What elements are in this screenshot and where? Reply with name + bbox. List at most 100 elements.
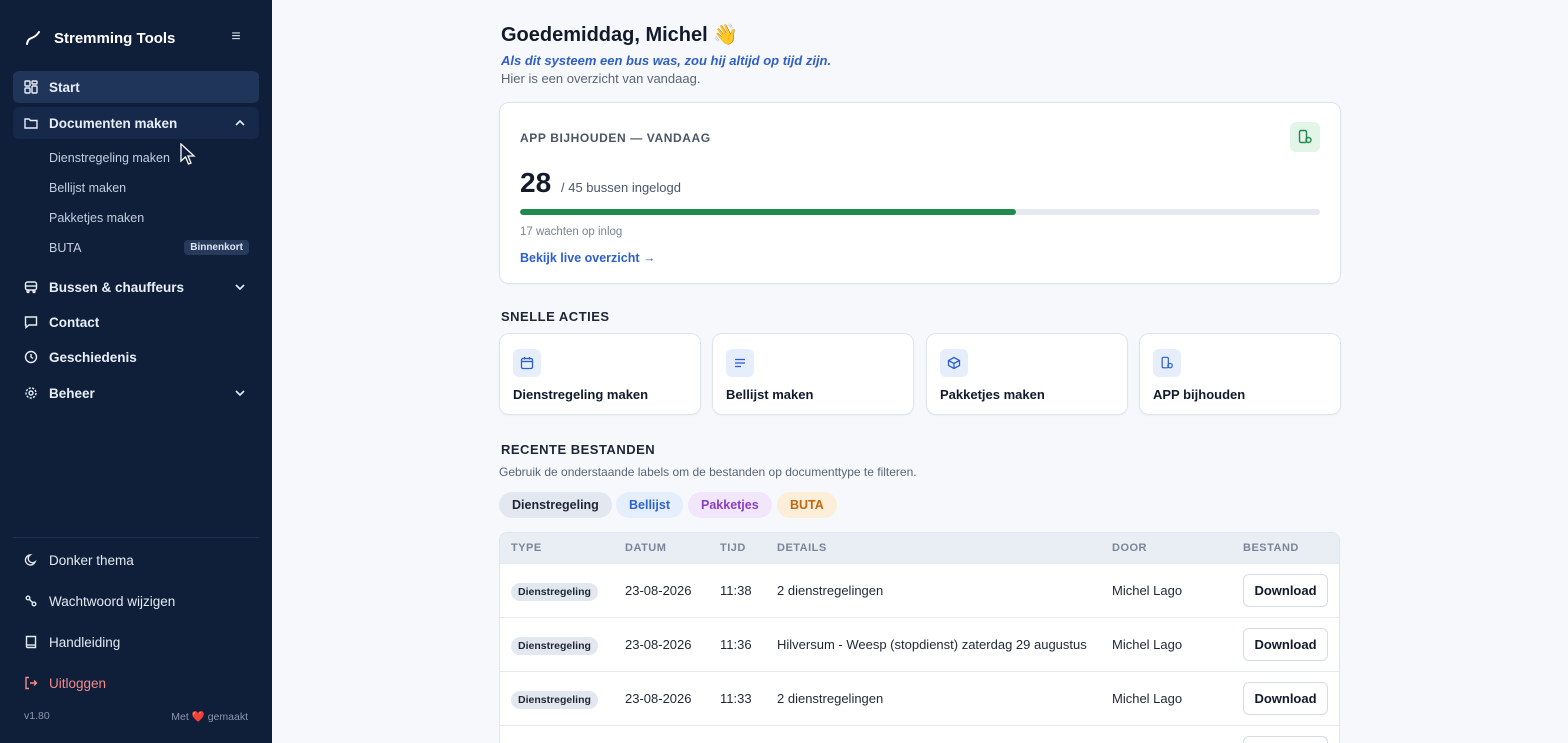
clock-icon xyxy=(24,350,38,364)
nav-item-documenten[interactable]: Documenten maken xyxy=(13,107,259,139)
cell-details: 2 dienstregelingen xyxy=(777,583,884,598)
recent-files-description: Gebruik de onderstaande labels om de bes… xyxy=(499,465,917,479)
brand-name: Stremming Tools xyxy=(54,29,176,47)
cell-details: 2 dienstregelingen xyxy=(777,691,884,706)
cell-by: Michel Lago xyxy=(1112,691,1183,706)
table-row: Dienstregeling 23-08-2026 11:36 Hilversu… xyxy=(500,617,1339,671)
cell-date: 23-08-2026 xyxy=(625,583,692,598)
sidebar: Stremming Tools ≡ Start Documenten maken… xyxy=(0,0,272,743)
greeting-title: Goedemiddag, Michel 👋 xyxy=(501,24,739,46)
key-icon xyxy=(24,594,38,608)
chat-icon xyxy=(24,315,38,329)
nav-item-label: Bussen & chauffeurs xyxy=(49,279,185,295)
cell-date: 23-08-2026 xyxy=(625,637,692,652)
logged-in-total: / 45 bussen ingelogd xyxy=(561,180,681,195)
gear-icon xyxy=(24,386,38,400)
sub-item-pakketjes[interactable]: Pakketjes maken xyxy=(49,207,259,229)
list-icon xyxy=(726,349,754,377)
live-overview-link[interactable]: Bekijk live overzicht → xyxy=(520,251,655,265)
nav-item-bussen[interactable]: Bussen & chauffeurs xyxy=(13,271,259,303)
table-header: TYPE DATUM TIJD DETAILS DOOR BESTAND xyxy=(500,533,1339,563)
column-header: BESTAND xyxy=(1243,542,1299,554)
column-header: DETAILS xyxy=(777,542,827,554)
package-icon xyxy=(940,349,968,377)
filter-chip-dienstregeling[interactable]: Dienstregeling xyxy=(499,492,612,518)
type-badge: Dienstregeling xyxy=(511,691,598,709)
change-password-link[interactable]: Wachtwoord wijzigen xyxy=(24,591,175,611)
download-button[interactable] xyxy=(1243,736,1328,743)
nav-item-geschiedenis[interactable]: Geschiedenis xyxy=(13,341,259,373)
type-badge: Dienstregeling xyxy=(511,637,598,655)
nav-item-label: Beheer xyxy=(49,385,95,401)
device-icon[interactable] xyxy=(1290,122,1320,152)
filter-chip-bellijst[interactable]: Bellijst xyxy=(616,492,683,518)
table-row: Dienstregeling 23-08-2026 11:38 2 dienst… xyxy=(500,563,1339,617)
column-header: TYPE xyxy=(511,542,542,554)
nav-item-start[interactable]: Start xyxy=(13,71,259,103)
mouse-cursor-icon xyxy=(180,143,196,165)
nav-item-label: Documenten maken xyxy=(49,115,178,131)
recent-files-table: TYPE DATUM TIJD DETAILS DOOR BESTAND Die… xyxy=(499,532,1340,743)
device-icon xyxy=(1153,349,1181,377)
quick-action-label: APP bijhouden xyxy=(1153,387,1246,402)
folder-icon xyxy=(24,116,38,130)
quick-action-dienstregeling[interactable]: Dienstregeling maken xyxy=(499,333,701,415)
column-header: DOOR xyxy=(1112,542,1147,554)
logout-link[interactable]: Uitloggen xyxy=(24,673,106,693)
cell-date: 23-08-2026 xyxy=(625,691,692,706)
sub-item-dienstregeling[interactable]: Dienstregeling maken xyxy=(49,147,259,169)
chip-label: Pakketjes xyxy=(701,498,759,512)
download-button[interactable]: Download xyxy=(1243,574,1328,607)
heart-icon: ❤️ xyxy=(191,711,205,723)
cell-details: Hilversum - Weesp (stopdienst) zaterdag … xyxy=(777,637,1087,652)
nav-item-label: Geschiedenis xyxy=(49,349,137,365)
filter-chip-buta[interactable]: BUTA xyxy=(777,492,837,518)
quick-action-app[interactable]: APP bijhouden xyxy=(1139,333,1341,415)
logged-in-count: 28 xyxy=(520,167,552,198)
nav-item-beheer[interactable]: Beheer xyxy=(13,377,259,409)
sub-item-label: Pakketjes maken xyxy=(49,211,145,225)
download-button[interactable]: Download xyxy=(1243,628,1328,661)
foot-item-label: Uitloggen xyxy=(49,675,107,691)
recent-files-title: RECENTE BESTANDEN xyxy=(501,442,656,457)
foot-item-label: Wachtwoord wijzigen xyxy=(49,593,176,609)
sub-item-bellijst[interactable]: Bellijst maken xyxy=(49,177,259,199)
login-progress-bar xyxy=(520,209,1320,215)
foot-item-label: Handleiding xyxy=(49,634,121,650)
waiting-count: 17 wachten op inlog xyxy=(520,226,623,238)
made-suffix: gemaakt xyxy=(207,711,248,723)
filter-chip-pakketjes[interactable]: Pakketjes xyxy=(688,492,772,518)
quick-action-label: Dienstregeling maken xyxy=(513,387,649,402)
manual-link[interactable]: Handleiding xyxy=(24,632,120,652)
grid-icon xyxy=(24,80,38,94)
made-with-love: Met ❤️ gemaakt xyxy=(171,710,248,723)
logout-icon xyxy=(24,676,38,690)
cell-by: Michel Lago xyxy=(1112,637,1183,652)
sub-item-buta[interactable]: BUTA Binnenkort xyxy=(49,237,259,259)
dark-theme-toggle[interactable]: Donker thema xyxy=(24,550,134,570)
cell-time: 11:38 xyxy=(720,583,752,598)
menu-icon[interactable]: ≡ xyxy=(226,28,246,46)
cell-time: 11:33 xyxy=(720,691,752,706)
brand-logo-icon xyxy=(26,31,40,45)
sub-item-label: Dienstregeling maken xyxy=(49,151,170,165)
login-progress-fill xyxy=(520,209,1016,215)
quick-action-pakketjes[interactable]: Pakketjes maken xyxy=(926,333,1128,415)
brand[interactable]: Stremming Tools xyxy=(24,26,175,50)
greeting-quote: Als dit systeem een bus was, zou hij alt… xyxy=(501,53,832,68)
column-header: DATUM xyxy=(625,542,667,554)
cell-by: Michel Lago xyxy=(1112,583,1183,598)
table-row: Dienstregeling xyxy=(500,725,1339,743)
download-button[interactable]: Download xyxy=(1243,682,1328,715)
chevron-down-icon xyxy=(235,390,245,397)
nav-item-contact[interactable]: Contact xyxy=(13,306,259,338)
sidebar-divider xyxy=(13,537,259,538)
quick-action-bellijst[interactable]: Bellijst maken xyxy=(712,333,914,415)
calendar-icon xyxy=(513,349,541,377)
chip-label: Bellijst xyxy=(629,498,670,512)
quick-action-label: Bellijst maken xyxy=(726,387,814,402)
sub-item-label: BUTA xyxy=(49,241,82,255)
quick-action-label: Pakketjes maken xyxy=(940,387,1045,402)
chip-label: Dienstregeling xyxy=(512,498,599,512)
cell-time: 11:36 xyxy=(720,637,752,652)
